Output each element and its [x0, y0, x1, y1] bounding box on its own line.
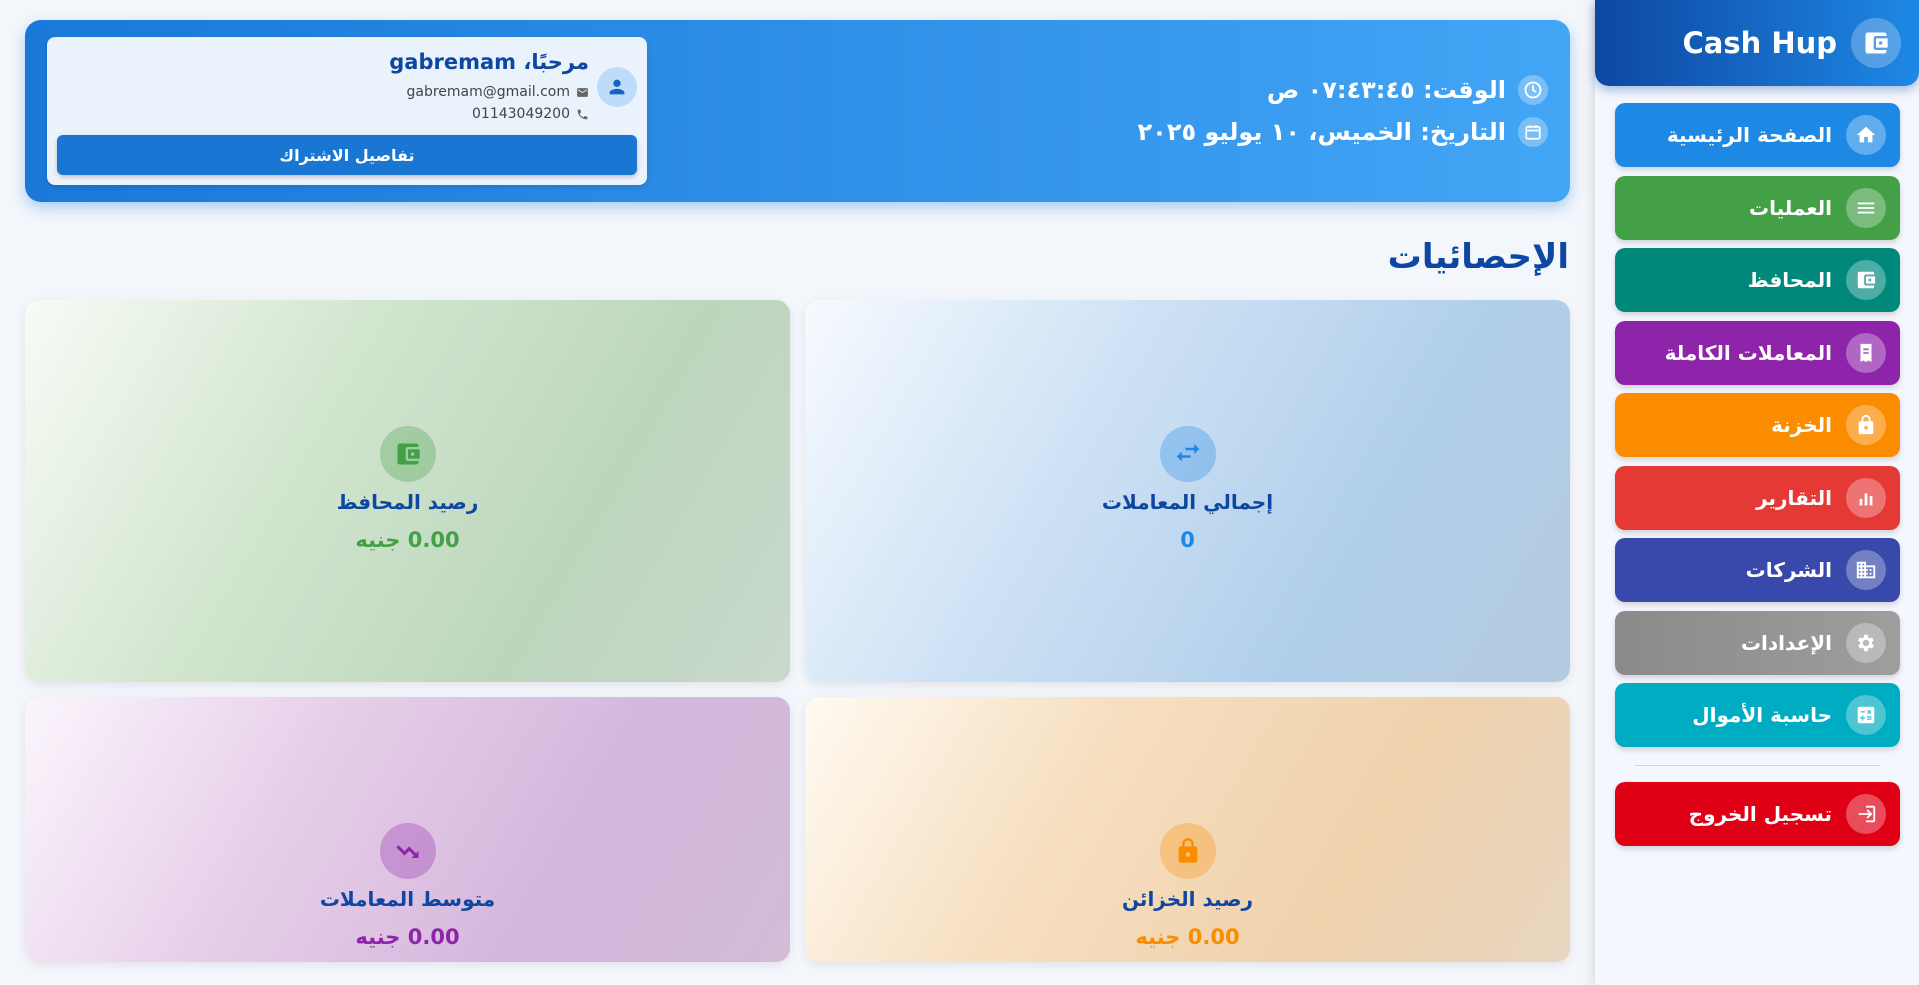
wallet-icon: [379, 426, 436, 482]
sidebar-item-label: الشركات: [1745, 558, 1832, 582]
sidebar-item-reports[interactable]: التقارير: [1615, 466, 1900, 530]
sidebar-item-label: المعاملات الكاملة: [1664, 341, 1832, 365]
lock-icon: [1846, 405, 1886, 445]
sidebar-item-label: التقارير: [1756, 486, 1832, 510]
home-icon: [1846, 115, 1886, 155]
subscription-details-button[interactable]: تفاصيل الاشتراك: [57, 135, 637, 175]
bar-chart-icon: [1846, 478, 1886, 518]
user-email: gabremam@gmail.com: [406, 84, 570, 100]
user-avatar-icon: [597, 67, 637, 107]
phone-icon: [576, 108, 589, 121]
user-card: مرحبًا، gabremam gabremam@gmail.com 0114…: [47, 37, 647, 185]
sidebar-divider: [1635, 765, 1880, 766]
sidebar-item-operations[interactable]: العمليات: [1615, 176, 1900, 240]
user-phone: 01143049200: [472, 106, 570, 122]
sidebar-item-wallets[interactable]: المحافظ: [1615, 248, 1900, 312]
trending-icon: [379, 823, 436, 879]
stat-label: إجمالي المعاملات: [1101, 490, 1274, 514]
stat-label: رصيد الخزائن: [1121, 887, 1254, 911]
mail-icon: [576, 86, 589, 99]
gear-icon: [1846, 623, 1886, 663]
sidebar-item-label: الإعدادات: [1740, 631, 1832, 655]
time-text: الوقت: ٠٧:٤٣:٤٥ ص: [1266, 76, 1506, 104]
sidebar-item-money-calculator[interactable]: حاسبة الأموال: [1615, 683, 1900, 747]
sidebar-item-label: حاسبة الأموال: [1692, 703, 1832, 727]
stat-label: متوسط المعاملات: [319, 887, 496, 911]
clock-icon: [1518, 75, 1548, 105]
sidebar-item-full-transactions[interactable]: المعاملات الكاملة: [1615, 321, 1900, 385]
user-greeting: مرحبًا، gabremam: [389, 50, 589, 74]
dashboard-header: الوقت: ٠٧:٤٣:٤٥ ص التاريخ: الخميس، ١٠ يو…: [25, 20, 1570, 202]
sidebar-item-label: العمليات: [1749, 196, 1832, 220]
sidebar-item-treasury[interactable]: الخزنة: [1615, 393, 1900, 457]
wallet-icon: [1851, 18, 1901, 68]
sidebar-item-settings[interactable]: الإعدادات: [1615, 611, 1900, 675]
list-icon: [1846, 188, 1886, 228]
user-phone-row: 01143049200: [472, 106, 589, 122]
stat-card-treasury-balance: رصيد الخزائن 0.00 جنيه: [805, 697, 1570, 962]
brand-header: Cash Hup: [1595, 0, 1919, 86]
sidebar-item-companies[interactable]: الشركات: [1615, 538, 1900, 602]
stat-card-wallet-balance: رصيد المحافظ 0.00 جنيه: [25, 300, 790, 682]
sidebar: Cash Hup الصفحة الرئيسية العمليات المحاف…: [1595, 0, 1919, 985]
stat-label: رصيد المحافظ: [336, 490, 479, 514]
stats-title: الإحصائيات: [1387, 237, 1569, 277]
sidebar-item-label: المحافظ: [1747, 268, 1832, 292]
stat-card-average-transactions: متوسط المعاملات 0.00 جنيه: [25, 697, 790, 962]
sidebar-item-home[interactable]: الصفحة الرئيسية: [1615, 103, 1900, 167]
calculator-icon: [1846, 695, 1886, 735]
wallet-icon: [1846, 260, 1886, 300]
date-text: التاريخ: الخميس، ١٠ يوليو ٢٠٢٥: [1137, 118, 1506, 146]
user-email-row: gabremam@gmail.com: [406, 84, 589, 100]
sidebar-item-label: الصفحة الرئيسية: [1666, 123, 1832, 147]
logout-icon: [1846, 794, 1886, 834]
app-title: Cash Hup: [1682, 26, 1837, 60]
stat-value: 0.00 جنيه: [355, 528, 460, 552]
transfer-icon: [1159, 426, 1216, 482]
stat-card-total-transactions: إجمالي المعاملات 0: [805, 300, 1570, 682]
lock-icon: [1159, 823, 1216, 879]
date-display: التاريخ: الخميس، ١٠ يوليو ٢٠٢٥: [1138, 117, 1548, 147]
sidebar-item-label: الخزنة: [1771, 413, 1832, 437]
stat-value: 0.00 جنيه: [1135, 925, 1240, 949]
stat-value: 0: [1180, 528, 1195, 552]
stat-value: 0.00 جنيه: [355, 925, 460, 949]
time-display: الوقت: ٠٧:٤٣:٤٥ ص: [1267, 75, 1548, 105]
logout-label: تسجيل الخروج: [1688, 802, 1832, 826]
building-icon: [1846, 550, 1886, 590]
receipt-icon: [1846, 333, 1886, 373]
calendar-icon: [1518, 117, 1548, 147]
logout-button[interactable]: تسجيل الخروج: [1615, 782, 1900, 846]
